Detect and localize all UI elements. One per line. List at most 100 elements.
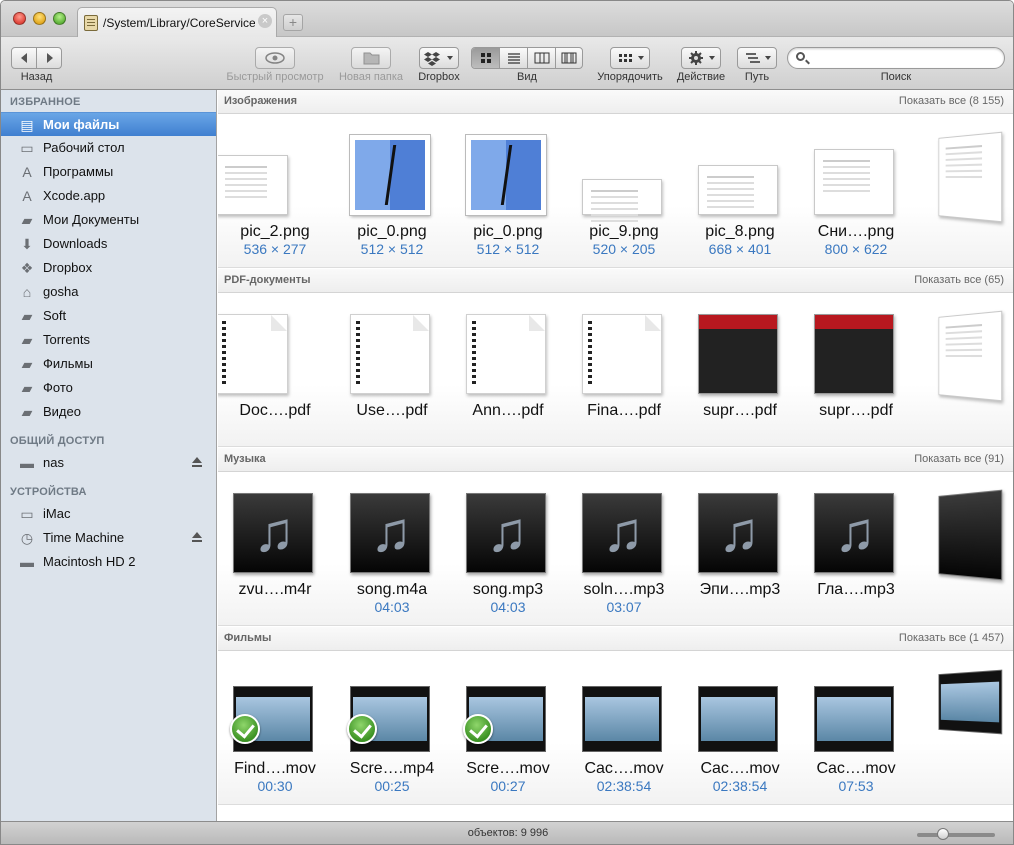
close-window-button[interactable] [13,12,26,25]
zoom-window-button[interactable] [53,12,66,25]
all-my-files-icon: ▤ [20,117,34,133]
list-view-button[interactable] [500,48,528,68]
sidebar-item-label: Torrents [43,332,90,347]
file-detail: 536 × 277 [243,241,307,257]
sidebar-item-видео[interactable]: ▰ Видео [1,400,216,424]
file-item[interactable]: Ann….pdf [451,304,561,434]
icon-view-button[interactable] [472,48,500,68]
file-item[interactable]: Scre….mov 00:27 [451,662,561,794]
sidebar-item-мои-файлы[interactable]: ▤ Мои файлы [1,112,216,136]
back-button[interactable] [12,48,37,68]
path-menu-button[interactable] [737,47,777,69]
sidebar-item-label: Soft [43,308,67,323]
sidebar-item-macintosh-hd-2[interactable]: ▬ Macintosh HD 2 [1,550,216,574]
file-item[interactable]: ♫ zvu….m4r [218,483,328,613]
sidebar-item-label: Time Machine [43,530,125,545]
next-items-preview[interactable] [938,669,1003,735]
eject-icon[interactable] [192,532,202,543]
music-file-icon: ♫ [582,493,662,573]
file-item[interactable]: ♫ Гла….mp3 [799,483,909,613]
music-note-icon: ♫ [253,500,295,563]
file-name: Ann….pdf [472,402,544,419]
icon-size-slider[interactable] [917,828,995,840]
tab-close-button[interactable]: × [258,14,272,28]
next-items-preview[interactable] [938,489,1003,581]
dropbox-menu-button[interactable] [419,47,459,69]
eject-icon[interactable] [192,457,202,468]
section-title: Фильмы [224,632,272,644]
new-folder-label: Новая папка [338,71,404,83]
sidebar-item-gosha[interactable]: ⌂ gosha [1,280,216,304]
file-item[interactable]: pic_0.png 512 × 512 [335,125,445,257]
file-item[interactable]: pic_9.png 520 × 205 [567,125,677,257]
search-input[interactable] [812,50,997,66]
new-folder-icon [363,52,380,65]
file-item[interactable]: Scre….mp4 00:25 [335,662,445,794]
search-field[interactable] [787,47,1005,69]
file-name: Гла….mp3 [817,581,895,598]
file-item[interactable]: ♫ Эпи….mp3 [683,483,793,613]
minimize-window-button[interactable] [33,12,46,25]
sidebar-item-рабочий-стол[interactable]: ▭ Рабочий стол [1,136,216,160]
file-item[interactable]: Cac….mov 02:38:54 [683,662,793,794]
column-view-button[interactable] [528,48,556,68]
sidebar-item-фильмы[interactable]: ▰ Фильмы [1,352,216,376]
file-name: Scre….mp4 [349,760,435,777]
sidebar-item-мои-документы[interactable]: ▰ Мои Документы [1,208,216,232]
section-header: PDF-документы Показать все (65) [218,269,1013,293]
file-item[interactable]: Cac….mov 07:53 [799,662,909,794]
file-item[interactable]: Find….mov 00:30 [218,662,328,794]
all-my-files-content: Изображения Показать все (8 155) pic_2.png… [218,90,1013,821]
show-all-link[interactable]: Показать все (65) [914,274,1004,286]
file-item[interactable]: Use….pdf [335,304,445,434]
sidebar-item-dropbox[interactable]: ❖ Dropbox [1,256,216,280]
file-item[interactable]: Fina….pdf [567,304,677,434]
file-detail: 00:27 [490,778,526,794]
file-item[interactable]: supr….pdf [683,304,793,434]
disk-icon: ▬ [20,554,34,570]
file-item[interactable]: Cac….mov 02:38:54 [567,662,677,794]
show-all-link[interactable]: Показать все (91) [914,453,1004,465]
action-menu-button[interactable] [681,47,721,69]
file-item[interactable]: supr….pdf [799,304,909,434]
sidebar-item-soft[interactable]: ▰ Soft [1,304,216,328]
file-item[interactable]: Doc….pdf [218,304,328,434]
arrange-menu-button[interactable] [610,47,650,69]
file-item[interactable]: Сни….png 800 × 622 [799,125,909,257]
sidebar-item-imac[interactable]: ▭ iMac [1,502,216,526]
quicklook-button[interactable] [255,47,295,69]
coverflow-view-button[interactable] [556,48,582,68]
sidebar-item-time-machine[interactable]: ◷ Time Machine [1,526,216,550]
file-item[interactable]: ♫ soln….mp3 03:07 [567,483,677,615]
file-item[interactable]: pic_2.png 536 × 277 [218,125,328,257]
section-header: Музыка Показать все (91) [218,448,1013,472]
sidebar-item-фото[interactable]: ▰ Фото [1,376,216,400]
show-all-link[interactable]: Показать все (1 457) [899,632,1004,644]
sidebar-item-label: Фото [43,380,73,395]
file-name: song.m4a [356,581,428,598]
next-items-preview[interactable] [938,131,1003,223]
file-item[interactable]: pic_8.png 668 × 401 [683,125,793,257]
next-items-preview[interactable] [938,310,1003,402]
sidebar-item-xcode-app[interactable]: A Xcode.app [1,184,216,208]
forward-button[interactable] [37,48,61,68]
file-name: zvu….m4r [238,581,312,598]
sidebar-item-nas[interactable]: ▬ nas [1,451,216,475]
sidebar-item-label: Рабочий стол [43,140,125,155]
file-name: Use….pdf [356,402,428,419]
section-header: Фильмы Показать все (1 457) [218,627,1013,651]
sidebar-item-программы[interactable]: A Программы [1,160,216,184]
tab-coreservices[interactable]: /System/Library/CoreServices × [77,7,277,37]
sidebar-item-torrents[interactable]: ▰ Torrents [1,328,216,352]
sidebar-item-downloads[interactable]: ⬇ Downloads [1,232,216,256]
file-item[interactable]: pic_0.png 512 × 512 [451,125,561,257]
file-item[interactable]: ♫ song.m4a 04:03 [335,483,445,615]
list-view-icon [508,53,520,64]
new-folder-button[interactable] [351,47,391,69]
file-item[interactable]: ♫ song.mp3 04:03 [451,483,561,615]
file-detail: 03:07 [606,599,642,615]
show-all-link[interactable]: Показать все (8 155) [899,95,1004,107]
slider-knob[interactable] [936,828,949,840]
music-note-icon: ♫ [602,500,644,563]
new-tab-button[interactable]: + [283,14,303,31]
